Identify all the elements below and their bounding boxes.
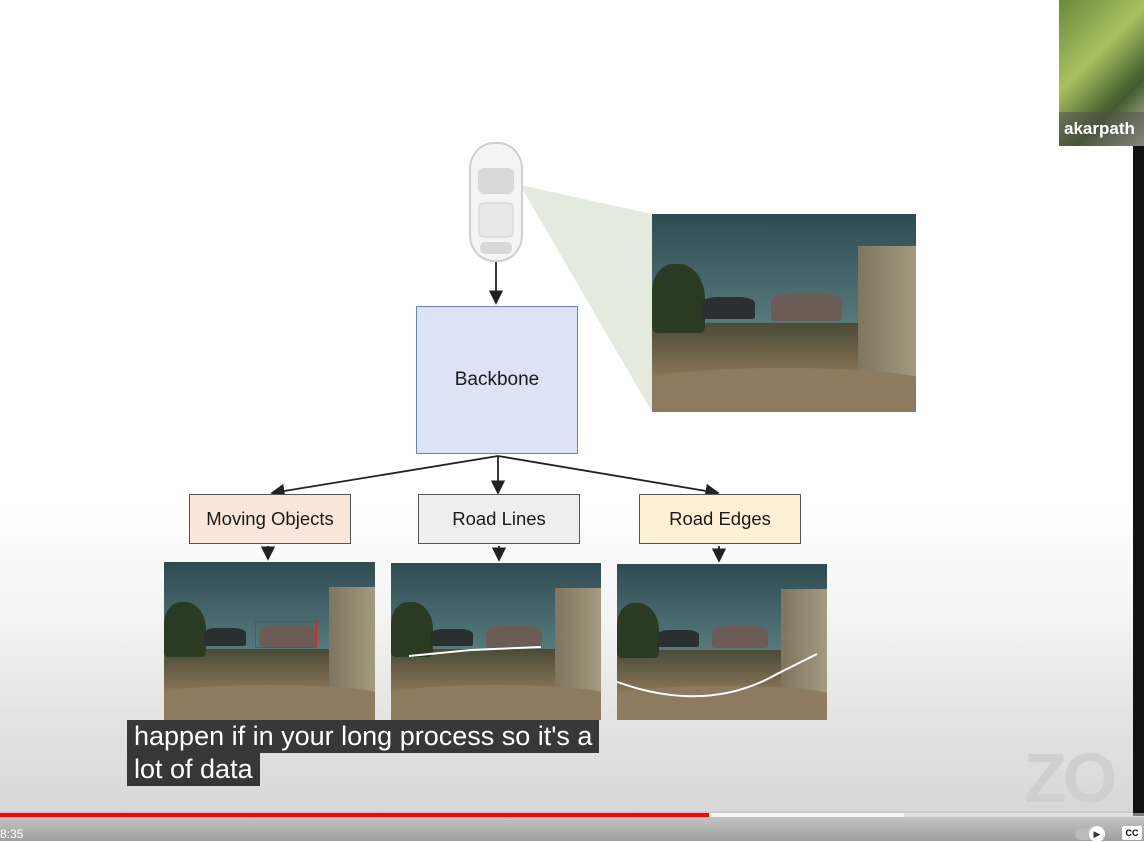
detection-box [255,621,317,648]
car-icon [469,142,523,262]
output-image-moving-objects [164,562,375,720]
autoplay-toggle[interactable]: ▶ [1075,826,1105,842]
progress-played [0,813,710,817]
head-road-lines: Road Lines [418,494,580,544]
arrow-backbone-moving [270,455,499,499]
arrow-backbone-edges [497,455,720,499]
participant-name: akarpath [1059,112,1144,146]
participant-video[interactable]: akarpath [1059,0,1144,146]
captions-button[interactable]: CC [1122,826,1142,840]
subtitle-caption: happen if in your long process so it's a… [127,720,600,786]
head-moving-objects: Moving Objects [189,494,351,544]
output-image-road-lines [391,563,601,720]
camera-image [652,214,916,412]
caption-line-1: happen if in your long process so it's a [127,720,600,753]
head-road-edges: Road Edges [639,494,801,544]
progress-bar[interactable] [0,813,1144,817]
play-icon: ▶ [1089,826,1105,842]
side-bar [1133,146,1144,816]
caption-line-2: lot of data [127,753,260,786]
backbone-box: Backbone [416,306,578,454]
video-frame[interactable]: Backbone Moving Objects Road Lines Road … [0,0,1144,842]
elapsed-time: 8:35 [0,827,24,841]
zoom-watermark-logo: ZO [1024,739,1117,817]
output-image-road-edges [617,564,827,720]
